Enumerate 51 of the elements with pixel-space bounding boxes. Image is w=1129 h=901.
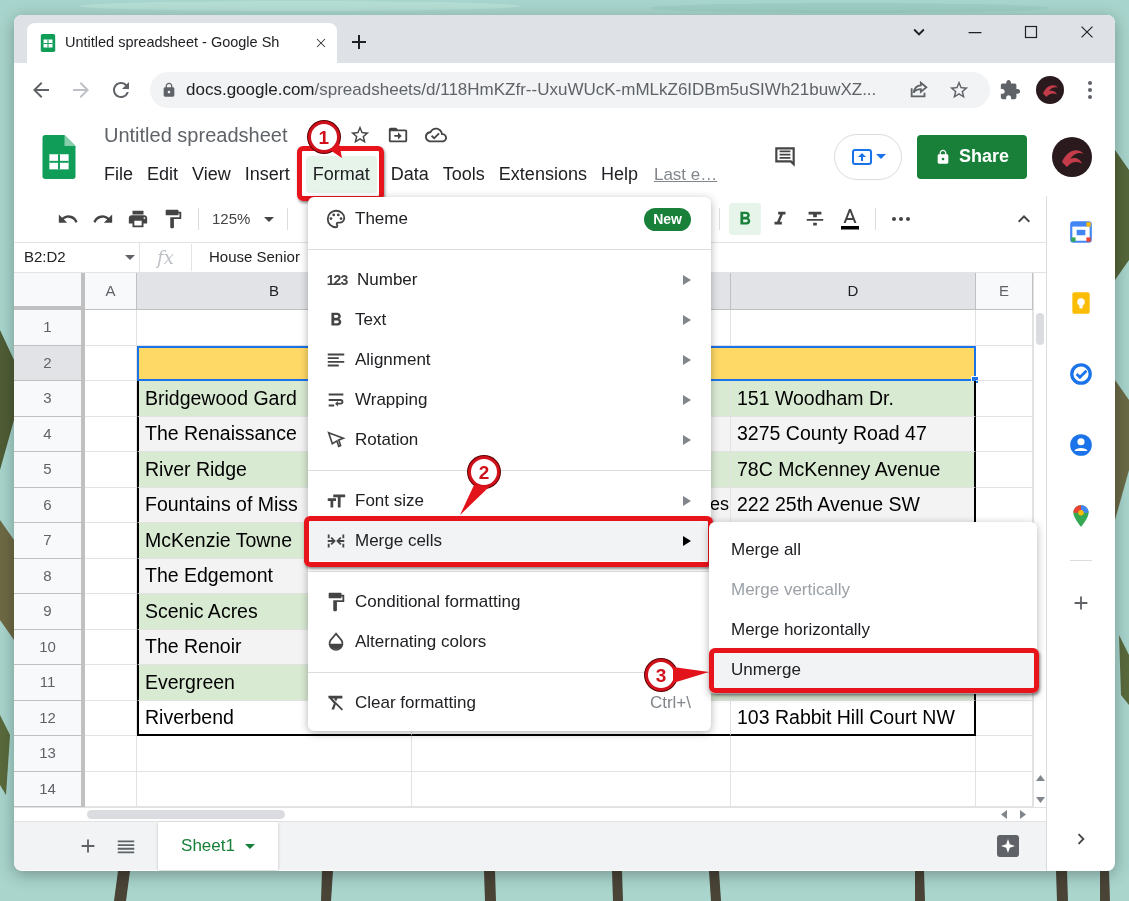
row-header[interactable]: 11 <box>14 665 85 701</box>
last-edit-link[interactable]: Last e… <box>653 161 718 188</box>
row-header[interactable]: 9 <box>14 594 85 630</box>
row-header[interactable]: 5 <box>14 452 85 488</box>
row-header[interactable]: 6 <box>14 487 85 523</box>
table-cell: 3275 County Road 47 <box>731 416 976 452</box>
step-number: 2 <box>468 456 500 488</box>
menu-item[interactable]: File <box>97 156 140 193</box>
row-header[interactable]: 14 <box>14 771 85 807</box>
sheet-tab[interactable]: Sheet1 <box>158 822 278 870</box>
row-header[interactable]: 12 <box>14 700 85 736</box>
name-box[interactable]: B2:D2 <box>14 243 140 272</box>
row-header[interactable]: 7 <box>14 523 85 559</box>
row-header[interactable]: 2 <box>14 345 85 381</box>
menu-item[interactable]: Extensions <box>491 156 594 193</box>
menu-item[interactable]: View <box>185 156 238 193</box>
document-title[interactable]: Untitled spreadsheet <box>104 120 288 150</box>
menu-item[interactable]: Edit <box>140 156 186 193</box>
column-header[interactable]: A <box>85 273 137 310</box>
table-cell: 151 Woodham Dr. <box>731 381 976 417</box>
table-cell: 78C McKenney Avenue <box>731 452 976 488</box>
row-header[interactable]: 3 <box>14 381 85 417</box>
address-bar[interactable]: docs.google.com/spreadsheets/d/118HmKZfr--UxuWUcK-mMLkZ6IDBm5uSIWh21buwXZ... <box>150 72 990 108</box>
new-badge: New <box>644 207 691 231</box>
shortcut-text: Ctrl+\ <box>649 692 691 715</box>
browser-tab[interactable]: Untitled spreadsheet - Google Sh <box>27 23 337 63</box>
table-cell: 103 Rabbit Hill Court NW <box>731 700 976 736</box>
formula-input[interactable]: House Senior <box>209 246 300 269</box>
tab-title: Untitled spreadsheet - Google Sh <box>65 33 281 53</box>
menu-item[interactable]: Insert <box>237 156 297 193</box>
cell-reference: B2:D2 <box>24 247 66 268</box>
column-header[interactable]: E <box>976 273 1033 310</box>
share-button[interactable]: Share <box>917 134 1027 179</box>
column-header[interactable]: D <box>731 273 976 310</box>
zoom-dropdown[interactable]: 125% <box>208 207 279 231</box>
table-cell: 222 25th Avenue SW <box>731 487 976 523</box>
menu-item[interactable]: Help <box>593 156 645 193</box>
menu-item[interactable]: Data <box>383 156 436 193</box>
row-header[interactable]: 1 <box>14 310 85 346</box>
menu-item[interactable]: Theme New <box>308 199 711 239</box>
menu-item[interactable]: Format <box>305 156 377 193</box>
menu-item[interactable]: Merge horizontally <box>709 610 1037 650</box>
row-header[interactable]: 8 <box>14 558 85 594</box>
menu-item[interactable]: Merge all <box>709 530 1037 570</box>
row-header[interactable]: 4 <box>14 416 85 452</box>
menu-item[interactable]: Alignment <box>308 340 711 380</box>
row-header[interactable]: 10 <box>14 629 85 665</box>
url-text: docs.google.com/spreadsheets/d/118HmKZfr--UxuWUcK-mMLkZ6IDBm5uSIWh21buwXZ... <box>186 79 877 102</box>
menu-item[interactable]: Tools <box>435 156 492 193</box>
row-header[interactable]: 13 <box>14 736 85 772</box>
step-number: 1 <box>307 121 340 153</box>
